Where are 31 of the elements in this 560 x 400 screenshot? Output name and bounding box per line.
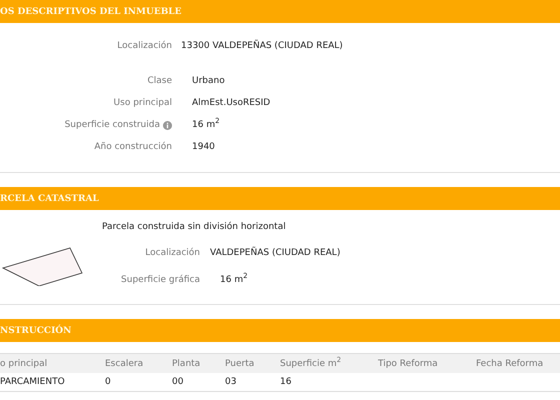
column-header: Fecha Reforma	[476, 358, 544, 368]
column-header: o principal	[0, 358, 48, 368]
field-label: Superficie gráfica	[120, 274, 200, 287]
parcel-description: Parcela construida sin división horizontal	[102, 220, 287, 234]
field-label: Localización	[117, 40, 172, 53]
field-value: 16 m$^{2}$	[191, 116, 221, 132]
column-header: Escalera	[105, 358, 144, 368]
section-header: NSTRUCCIÓN	[0, 319, 560, 342]
table-cell-text: PARCAMIENTO	[0, 377, 66, 387]
field-value: VALDEPEÑAS (CIUDAD REAL)	[210, 246, 340, 260]
column-header: Puerta	[225, 358, 256, 368]
section-header: OS DESCRIPTIVOS DEL INMUEBLE	[0, 0, 560, 23]
column-header: Superficie m$^{2}$	[280, 358, 342, 368]
table-cell-text: 16	[280, 377, 292, 387]
info-icon[interactable]	[163, 120, 172, 130]
field-label: Uso principal	[114, 97, 172, 110]
table-cell-text: 0	[105, 377, 112, 387]
table-cell-text: 03	[225, 377, 238, 387]
field-value: 1940	[191, 141, 216, 154]
column-header: Planta	[172, 358, 202, 368]
field-label: Superficie construida	[64, 119, 160, 132]
field-value: Urbano	[191, 75, 226, 88]
field-label: Localización	[144, 246, 200, 260]
field-label: Año construcción	[94, 140, 172, 154]
table-cell-text: 00	[172, 377, 184, 387]
field-label: Clase	[147, 75, 172, 88]
field-value: AlmEst.UsoRESID	[191, 97, 272, 110]
section-header: RCELA CATASTRAL	[0, 187, 560, 210]
field-value: 16 m$^{2}$	[219, 271, 249, 287]
field-value: 13300 VALDEPEÑAS (CIUDAD REAL)	[181, 38, 344, 53]
column-header: Tipo Reforma	[378, 358, 439, 368]
